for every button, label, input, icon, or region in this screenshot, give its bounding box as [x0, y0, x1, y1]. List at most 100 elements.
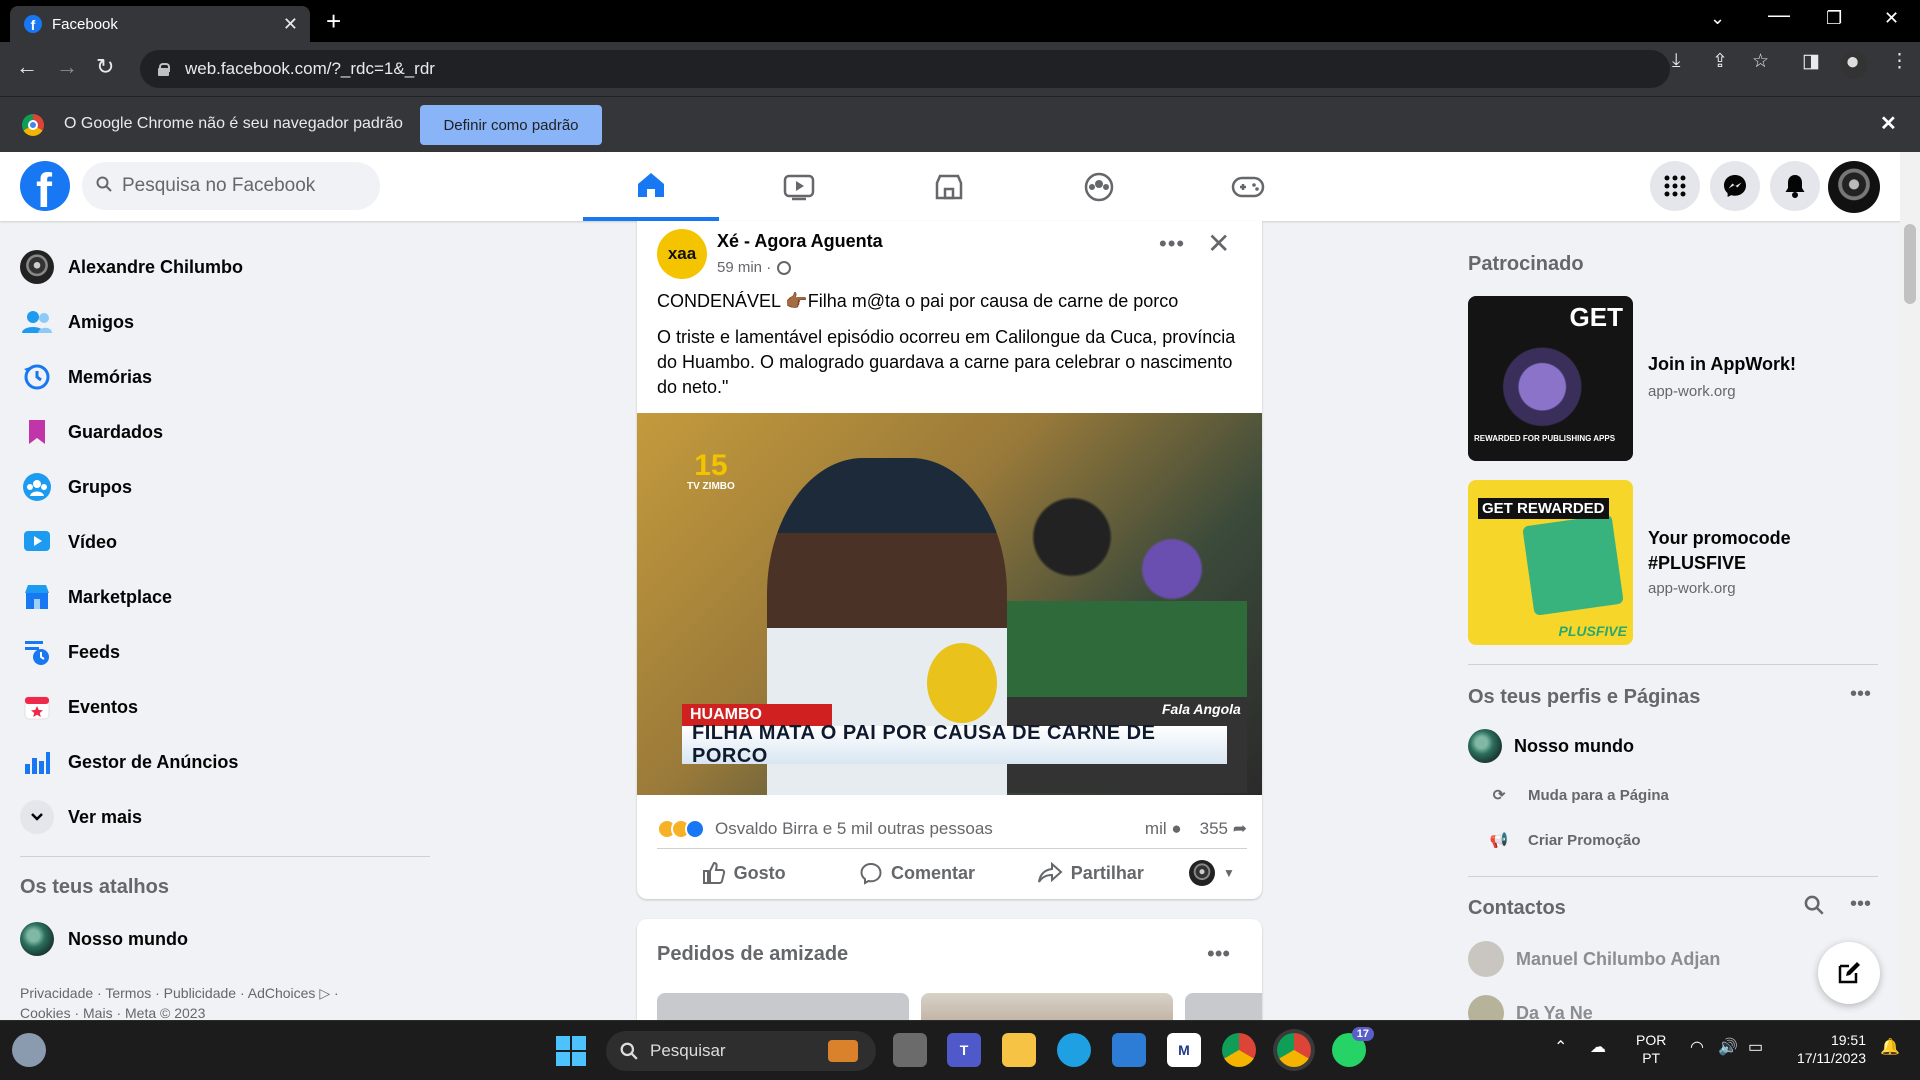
friend-request-card[interactable] [657, 993, 909, 1020]
contact-item[interactable]: Manuel Chilumbo Adjan [1468, 941, 1720, 977]
tab-video[interactable] [731, 152, 867, 221]
wifi-icon[interactable]: ◠ [1690, 1039, 1704, 1057]
account-avatar[interactable] [1828, 161, 1880, 213]
chrome-active-icon[interactable] [1277, 1033, 1311, 1067]
page-avatar[interactable]: xaa [657, 229, 707, 279]
contacts-options-icon[interactable]: ••• [1850, 893, 1871, 916]
profile-nosso-mundo[interactable]: Nosso mundo [1468, 729, 1634, 763]
tab-groups[interactable] [1031, 152, 1167, 221]
lock-icon[interactable] [158, 62, 170, 76]
chrome-menu-icon[interactable]: ⋮ [1890, 50, 1909, 73]
share-icon[interactable]: ⇪ [1712, 50, 1728, 73]
post-options-icon[interactable]: ••• [1159, 231, 1185, 257]
start-button[interactable] [556, 1036, 586, 1066]
shares-count[interactable]: 355 ➦ [1200, 819, 1247, 839]
sidebar-item-marketplace[interactable]: Marketplace [8, 571, 428, 623]
comments-count[interactable]: mil ● [1145, 819, 1182, 839]
sidebar-item-saved[interactable]: Guardados [8, 406, 428, 458]
bookmark-star-icon[interactable]: ☆ [1752, 50, 1769, 73]
forward-button[interactable]: → [56, 54, 78, 80]
clock[interactable]: 19:51 17/11/2023 [1786, 1031, 1866, 1067]
new-tab-button[interactable]: + [326, 6, 341, 37]
edge-icon[interactable] [1057, 1033, 1091, 1067]
messenger-button[interactable] [1710, 161, 1760, 211]
video-icon [24, 531, 50, 551]
close-window-button[interactable]: ✕ [1884, 8, 1899, 29]
footer-line[interactable]: Privacidade · Termos · Publicidade · AdC… [20, 983, 400, 1003]
sidebar-item-memories[interactable]: Memórias [8, 351, 428, 403]
tab-gaming[interactable] [1180, 152, 1316, 221]
notification-bell-icon[interactable]: 🔔 [1880, 1039, 1900, 1057]
comment-button[interactable]: Comentar [830, 861, 1003, 885]
ad-title[interactable]: Your promocode #PLUSFIVE [1648, 526, 1791, 576]
sidebar-item-feeds[interactable]: Feeds [8, 626, 428, 678]
microsoft-store-icon[interactable] [1112, 1033, 1146, 1067]
sidebar-item-groups[interactable]: Grupos [8, 461, 428, 513]
volume-icon[interactable]: 🔊 [1718, 1039, 1738, 1057]
reactions-bar[interactable]: Osvaldo Birra e 5 mil outras pessoas mil… [657, 809, 1247, 849]
reactions-summary[interactable]: Osvaldo Birra e 5 mil outras pessoas [715, 819, 993, 839]
restore-button[interactable]: ❐ [1826, 8, 1842, 29]
task-view-icon[interactable] [893, 1033, 927, 1067]
sidebar-item-profile[interactable]: Alexandre Chilumbo [8, 241, 428, 293]
sidebar-item-ads-manager[interactable]: Gestor de Anúncios [8, 736, 428, 788]
show-hidden-icons[interactable]: ⌃ [1554, 1039, 1567, 1057]
notifications-button[interactable] [1770, 161, 1820, 211]
sidebar-item-video[interactable]: Vídeo [8, 516, 428, 568]
file-explorer-icon[interactable] [1002, 1033, 1036, 1067]
new-message-button[interactable] [1818, 942, 1880, 1004]
friend-requests-options-icon[interactable]: ••• [1207, 941, 1230, 967]
taskbar-search[interactable]: Pesquisar [606, 1031, 876, 1071]
sidebar-item-see-more[interactable]: Ver mais [8, 791, 428, 843]
shortcut-item-nosso-mundo[interactable]: Nosso mundo [8, 913, 428, 965]
audience-selector[interactable]: ▼ [1177, 860, 1247, 886]
whatsapp-icon[interactable]: 17 [1332, 1027, 1374, 1067]
share-button[interactable]: Partilhar [1004, 861, 1177, 885]
address-bar[interactable]: web.facebook.com/?_rdc=1&_rdr [140, 50, 1670, 88]
friend-request-card[interactable] [921, 993, 1173, 1020]
friend-request-card[interactable] [1185, 993, 1262, 1020]
post-image[interactable]: 15 TV ZIMBO HUAMBO FILHA MATA O PAI POR … [637, 413, 1262, 795]
footer-links[interactable]: Privacidade · Termos · Publicidade · AdC… [20, 983, 400, 1023]
tab-home[interactable] [583, 152, 719, 221]
profiles-options-icon[interactable]: ••• [1850, 683, 1871, 706]
chrome-icon[interactable] [1222, 1033, 1256, 1067]
page-scrollbar[interactable] [1900, 152, 1920, 1020]
post-timestamp[interactable]: 59 min · [717, 259, 792, 276]
close-tab-icon[interactable]: ✕ [283, 14, 298, 35]
sidebar-item-events[interactable]: Eventos [8, 681, 428, 733]
ad-image-promocode[interactable]: GET REWARDED PLUSFIVE [1468, 480, 1633, 645]
browser-tab-facebook[interactable]: f Facebook ✕ [10, 6, 310, 42]
onedrive-icon[interactable]: ☁ [1590, 1039, 1606, 1057]
tab-marketplace[interactable] [881, 152, 1017, 221]
install-app-icon[interactable]: ⤓ [1672, 50, 1680, 72]
sidebar-item-friends[interactable]: Amigos [8, 296, 428, 348]
switch-page-button[interactable]: ⟳ Muda para a Página [1488, 786, 1669, 805]
minimize-button[interactable]: — [1768, 2, 1790, 28]
lang-line: PT [1642, 1050, 1661, 1066]
battery-icon[interactable]: ▭ [1748, 1039, 1763, 1057]
scrollbar-thumb[interactable] [1904, 224, 1916, 304]
hide-post-icon[interactable]: ✕ [1207, 227, 1230, 260]
profiles-heading: Os teus perfis e Páginas [1468, 686, 1701, 708]
chrome-profile-avatar[interactable] [1840, 51, 1868, 79]
facebook-search-input[interactable]: Pesquisa no Facebook [82, 162, 380, 210]
set-default-button[interactable]: Definir como padrão [420, 105, 602, 145]
reload-button[interactable]: ↻ [96, 54, 114, 80]
tab-search-icon[interactable]: ⌄ [1710, 8, 1725, 29]
mail-app-icon[interactable]: M [1167, 1033, 1201, 1067]
teams-icon[interactable]: T [947, 1033, 981, 1067]
facebook-logo-icon[interactable]: f [20, 161, 70, 211]
like-button[interactable]: Gosto [657, 861, 830, 885]
contacts-search-icon[interactable] [1804, 895, 1824, 921]
infobar-close-icon[interactable]: ✕ [1880, 111, 1897, 136]
ad-title[interactable]: Join in AppWork! [1648, 352, 1796, 377]
weather-widget-icon[interactable] [12, 1033, 46, 1067]
ad-image-appwork[interactable]: GET REWARDED FOR PUBLISHING APPS [1468, 296, 1633, 461]
side-panel-icon[interactable]: ◨ [1802, 50, 1820, 73]
back-button[interactable]: ← [16, 54, 38, 80]
post-author[interactable]: Xé - Agora Aguenta [717, 231, 883, 252]
language-indicator[interactable]: POR PT [1636, 1031, 1666, 1067]
create-promotion-button[interactable]: 📢 Criar Promoção [1488, 831, 1641, 850]
menu-grid-button[interactable] [1650, 161, 1700, 211]
